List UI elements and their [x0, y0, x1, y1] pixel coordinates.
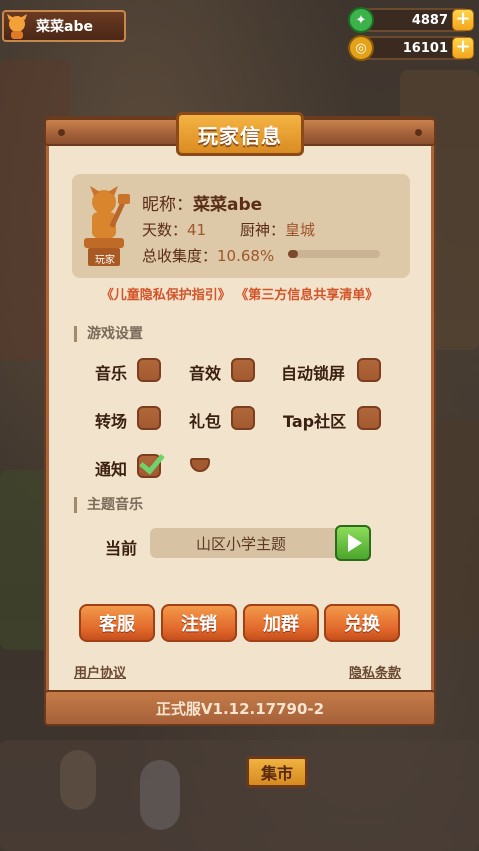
user-agreement-link[interactable]: 用户协议: [74, 662, 126, 681]
tap-community-checkbox[interactable]: [357, 406, 381, 430]
chef-row: 厨神：皇城: [240, 219, 315, 240]
player-avatar-icon: [2, 11, 32, 41]
third-party-info-link[interactable]: 《第三方信息共享清单》: [235, 288, 378, 303]
music-option-label: 音乐: [95, 364, 128, 383]
panel-title: 玩家信息: [176, 112, 304, 156]
collection-label: 总收集度：: [142, 247, 218, 265]
current-track-display[interactable]: 山区小学主题: [150, 528, 350, 558]
nickname-label: 昵称：: [142, 195, 193, 215]
deregister-button[interactable]: 注销: [161, 604, 237, 642]
auto-lock-checkbox[interactable]: [357, 358, 381, 382]
notification-checkbox[interactable]: [137, 454, 161, 478]
green-gem-icon: ✦: [348, 7, 374, 33]
transition-option-label: 转场: [95, 412, 128, 431]
market-sign[interactable]: 集市: [246, 756, 308, 788]
collection-value: 10.68%: [217, 247, 275, 265]
days-value: 41: [187, 221, 207, 239]
customer-service-button[interactable]: 客服: [79, 604, 155, 642]
sfx-checkbox[interactable]: [231, 358, 255, 382]
player-badge[interactable]: 菜菜abe: [2, 10, 126, 42]
days-row: 天数：41: [142, 219, 206, 240]
current-music-label: 当前: [105, 539, 138, 558]
notification-option-label: 通知: [95, 460, 128, 479]
coin-counter: ◎ 16101 +: [348, 35, 474, 61]
theme-music-heading: 主题音乐: [74, 497, 143, 513]
add-coins-button[interactable]: +: [452, 37, 474, 59]
player-badge-label: 玩家: [95, 255, 115, 266]
sfx-option-label: 音效: [189, 364, 222, 383]
gift-pack-checkbox[interactable]: [231, 406, 255, 430]
days-label: 天数：: [142, 221, 188, 239]
coin-count: 16101: [402, 40, 448, 56]
gem-counter: ✦ 4887 +: [348, 7, 474, 33]
redeem-button[interactable]: 兑换: [324, 604, 400, 642]
gift-pack-option-label: 礼包: [189, 412, 222, 431]
transition-checkbox[interactable]: [137, 406, 161, 430]
add-gems-button[interactable]: +: [452, 9, 474, 31]
tap-community-option-label: Tap社区: [283, 412, 347, 431]
gem-count: 4887: [411, 12, 448, 28]
background-character: [60, 750, 96, 810]
music-checkbox[interactable]: [137, 358, 161, 382]
join-group-button[interactable]: 加群: [243, 604, 319, 642]
privacy-terms-link[interactable]: 隐私条款: [349, 662, 401, 681]
nickname-row: 昵称：菜菜abe: [142, 190, 262, 215]
gold-coin-icon: ◎: [348, 35, 374, 61]
game-settings-heading: 游戏设置: [74, 326, 143, 342]
background-character: [140, 760, 180, 830]
collection-progress-fill: [288, 250, 298, 258]
version-text: 正式服V1.12.17790-2: [155, 699, 325, 718]
play-music-button[interactable]: [335, 525, 371, 561]
child-privacy-link[interactable]: 《儿童隐私保护指引》: [101, 288, 231, 303]
collection-progress-bar: [288, 250, 380, 258]
play-icon: [348, 534, 362, 552]
auto-lock-option-label: 自动锁屏: [281, 364, 346, 383]
policy-links: 《儿童隐私保护指引》 《第三方信息共享清单》: [0, 284, 479, 303]
collection-row: 总收集度：10.68%: [142, 245, 274, 266]
version-bar: 正式服V1.12.17790-2: [44, 690, 436, 726]
nickname-value: 菜菜abe: [193, 195, 263, 215]
chef-value: 皇城: [285, 221, 316, 239]
chef-label: 厨神：: [240, 221, 286, 239]
player-name: 菜菜abe: [36, 19, 93, 35]
